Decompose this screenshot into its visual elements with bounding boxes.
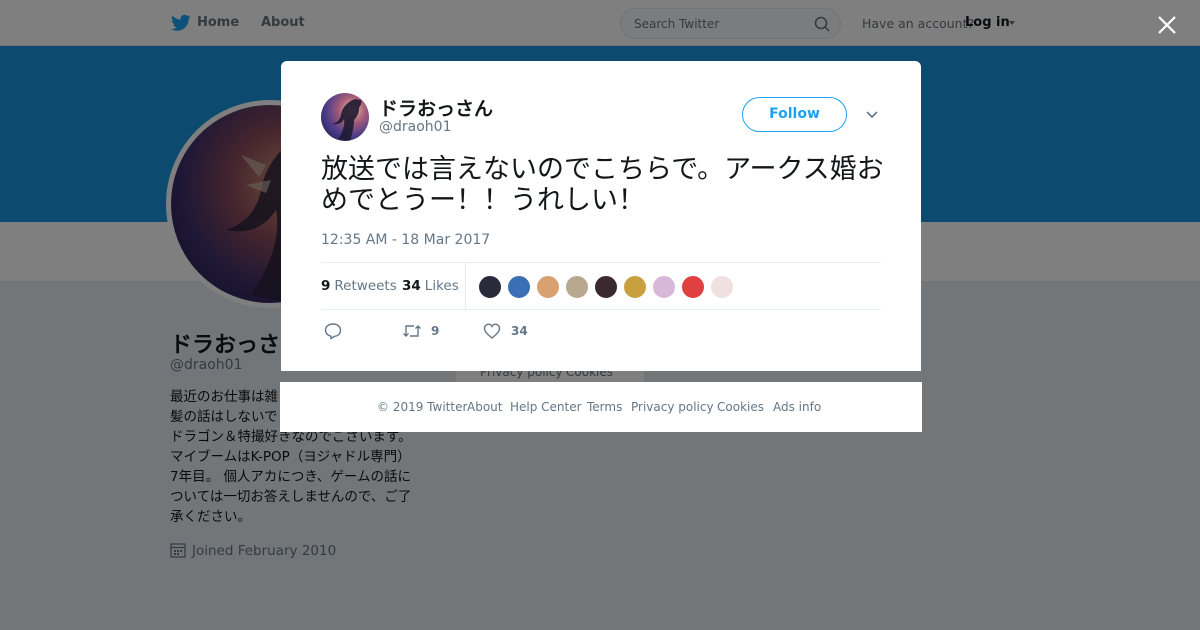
tweet-author-handle[interactable]: @draoh01: [379, 119, 451, 135]
liker-avatar[interactable]: [478, 275, 502, 299]
footer-about-link[interactable]: About: [467, 400, 502, 414]
reply-button[interactable]: [324, 322, 342, 342]
retweets-label: Retweets: [334, 278, 397, 294]
tweet-author-avatar[interactable]: [321, 93, 369, 141]
like-button[interactable]: 34: [483, 322, 528, 342]
liker-avatar[interactable]: [710, 275, 734, 299]
footer-ads-link[interactable]: Ads info: [773, 400, 821, 414]
chevron-down-icon[interactable]: [865, 110, 879, 120]
retweets-stat[interactable]: 9 Retweets: [321, 278, 397, 294]
tweet-text: 放送では言えないのでこちらで。アークス婚おめでとうー！！うれしい！: [321, 154, 884, 216]
close-icon[interactable]: [1156, 14, 1178, 36]
footer-privacy-link[interactable]: Privacy policy: [631, 400, 714, 414]
liker-avatar[interactable]: [652, 275, 676, 299]
footer-copyright: © 2019 Twitter: [377, 400, 468, 414]
liker-avatar[interactable]: [623, 275, 647, 299]
likes-stat[interactable]: 34 Likes: [402, 278, 459, 294]
retweet-count: 9: [431, 324, 440, 338]
footer-terms-link[interactable]: Terms: [587, 400, 622, 414]
liker-avatar[interactable]: [536, 275, 560, 299]
liker-avatar[interactable]: [507, 275, 531, 299]
liker-avatar[interactable]: [565, 275, 589, 299]
dragon-avatar-icon: [332, 99, 362, 141]
reply-icon: [324, 323, 342, 340]
footer-help-link[interactable]: Help Center: [510, 400, 582, 414]
modal-footer: © 2019 Twitter About Help Center Terms P…: [280, 382, 922, 432]
footer-cookies-link[interactable]: Cookies: [717, 400, 764, 414]
tweet-stats: 9 Retweets 34 Likes: [321, 262, 881, 310]
likes-label: Likes: [424, 278, 459, 294]
likes-count: 34: [402, 278, 421, 294]
retweets-count: 9: [321, 278, 331, 294]
retweet-icon: [403, 325, 421, 337]
follow-button[interactable]: Follow: [742, 97, 847, 132]
like-count: 34: [511, 324, 528, 338]
liker-avatar[interactable]: [681, 275, 705, 299]
tweet-modal: ドラおっさん @draoh01 Follow 放送では言えないのでこちらで。アー…: [281, 61, 921, 371]
liker-avatar[interactable]: [594, 275, 618, 299]
tweet-timestamp[interactable]: 12:35 AM - 18 Mar 2017: [321, 232, 490, 248]
stats-divider: [465, 263, 466, 309]
tweet-actions: 9 34: [321, 322, 621, 342]
tweet-author-name[interactable]: ドラおっさん: [379, 94, 493, 121]
retweet-button[interactable]: 9: [402, 322, 439, 342]
heart-icon: [483, 323, 501, 339]
